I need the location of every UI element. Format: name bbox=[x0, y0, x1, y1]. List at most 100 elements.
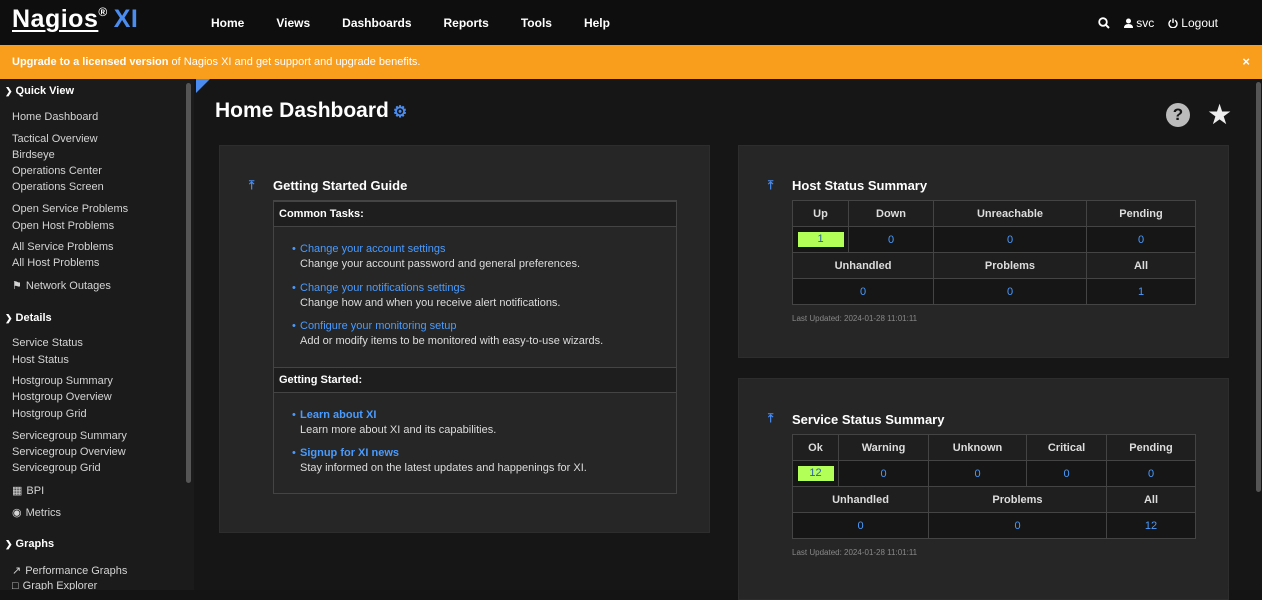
nav-home[interactable]: Home bbox=[211, 16, 244, 30]
table-cell[interactable]: 0 bbox=[848, 226, 934, 253]
getting-started-title: Getting Started Guide bbox=[273, 178, 408, 193]
sidebar-item-home-dashboard[interactable]: Home Dashboard bbox=[12, 111, 98, 123]
sidebar-item-open-service-problems[interactable]: Open Service Problems bbox=[12, 203, 128, 215]
service-status-title: Service Status Summary bbox=[792, 412, 945, 427]
change-notifications-settings-link[interactable]: Change your notifications settings bbox=[300, 282, 561, 294]
logout-button[interactable]: Logout bbox=[1168, 16, 1218, 30]
section-graphs[interactable]: ❯ Graphs bbox=[5, 538, 54, 550]
sidebar-item-all-service-problems[interactable]: All Service Problems bbox=[12, 241, 113, 253]
sidebar-scrollbar[interactable] bbox=[186, 83, 191, 483]
sidebar-item-open-host-problems[interactable]: Open Host Problems bbox=[12, 220, 114, 232]
sidebar-item-hostgroup-grid[interactable]: Hostgroup Grid bbox=[12, 408, 87, 420]
user-menu[interactable]: svc bbox=[1124, 16, 1154, 30]
sidebar-item-network-outages[interactable]: ⚑ Network Outages bbox=[12, 279, 111, 292]
table-header[interactable]: All bbox=[1086, 252, 1196, 279]
line-chart-icon: ↗ bbox=[12, 565, 22, 577]
nav-reports[interactable]: Reports bbox=[444, 16, 489, 30]
configure-monitoring-link[interactable]: Configure your monitoring setup bbox=[300, 320, 603, 332]
table-header[interactable]: Unknown bbox=[928, 434, 1027, 461]
learn-about-xi-link[interactable]: Learn about XI bbox=[300, 409, 496, 421]
sidebar-item-performance-graphs[interactable]: ↗ Performance Graphs bbox=[12, 564, 127, 577]
gear-icon[interactable]: ⚙ bbox=[393, 104, 407, 121]
sidebar-item-graph-explorer[interactable]: □ Graph Explorer bbox=[12, 580, 97, 590]
pin-icon[interactable]: ⤒ bbox=[768, 178, 773, 193]
change-account-settings-link[interactable]: Change your account settings bbox=[300, 243, 580, 255]
table-cell[interactable]: 0 bbox=[933, 226, 1087, 253]
signup-xi-news-link[interactable]: Signup for XI news bbox=[300, 447, 587, 459]
host-status-title: Host Status Summary bbox=[792, 178, 928, 193]
table-header[interactable]: Up bbox=[792, 200, 849, 227]
table-header[interactable]: Unhandled bbox=[792, 486, 929, 513]
pin-icon[interactable]: ⤒ bbox=[768, 411, 773, 426]
table-cell[interactable]: 0 bbox=[1086, 226, 1196, 253]
sidebar-item-hostgroup-overview[interactable]: Hostgroup Overview bbox=[12, 391, 112, 403]
upgrade-link[interactable]: Upgrade to a licensed version bbox=[12, 56, 169, 68]
sidebar-item-birdseye[interactable]: Birdseye bbox=[12, 149, 55, 161]
sidebar-item-servicegroup-summary[interactable]: Servicegroup Summary bbox=[12, 430, 127, 442]
table-cell[interactable]: 0 bbox=[933, 278, 1087, 305]
table-cell[interactable]: 0 bbox=[928, 512, 1107, 539]
last-updated: Last Updated: 2024-01-28 11:01:11 bbox=[792, 314, 918, 323]
table-cell[interactable]: 0 bbox=[792, 512, 929, 539]
sidebar-item-metrics[interactable]: ◉ Metrics bbox=[12, 506, 61, 519]
table-cell[interactable]: 0 bbox=[928, 460, 1027, 487]
table-cell[interactable]: 0 bbox=[838, 460, 929, 487]
nav-views[interactable]: Views bbox=[276, 16, 310, 30]
sidebar-item-operations-center[interactable]: Operations Center bbox=[12, 165, 102, 177]
sidebar-item-host-status[interactable]: Host Status bbox=[12, 354, 69, 366]
nav-tools[interactable]: Tools bbox=[521, 16, 552, 30]
user-name: svc bbox=[1136, 15, 1155, 30]
list-item: • Learn about XI Learn more about XI and i… bbox=[292, 409, 497, 436]
help-icon[interactable]: ? bbox=[1166, 103, 1190, 127]
table-header[interactable]: Ok bbox=[792, 434, 839, 461]
star-icon[interactable]: ★ bbox=[1207, 98, 1232, 131]
table-cell[interactable]: 12 bbox=[792, 460, 839, 487]
nav-help[interactable]: Help bbox=[584, 16, 610, 30]
search-icon[interactable] bbox=[1098, 16, 1111, 29]
menu-icon[interactable] bbox=[1232, 19, 1248, 27]
table-header[interactable]: Pending bbox=[1106, 434, 1196, 461]
common-tasks-header: Common Tasks: bbox=[274, 201, 676, 227]
table-header[interactable]: Critical bbox=[1026, 434, 1107, 461]
table-header[interactable]: Pending bbox=[1086, 200, 1196, 227]
user-icon bbox=[1124, 18, 1134, 28]
table-cell[interactable]: 12 bbox=[1106, 512, 1196, 539]
sidebar-item-servicegroup-overview[interactable]: Servicegroup Overview bbox=[12, 446, 126, 458]
flag-icon: ⚑ bbox=[12, 280, 22, 292]
sidebar-item-all-host-problems[interactable]: All Host Problems bbox=[12, 257, 99, 269]
sidebar-item-hostgroup-summary[interactable]: Hostgroup Summary bbox=[12, 375, 113, 387]
table-cell[interactable]: 1 bbox=[792, 226, 849, 253]
table-cell[interactable]: 0 bbox=[1026, 460, 1107, 487]
corner-flag-icon[interactable] bbox=[196, 79, 210, 93]
table-header[interactable]: Unreachable bbox=[933, 200, 1087, 227]
section-details[interactable]: ❯ Details bbox=[5, 312, 52, 324]
page-scrollbar[interactable] bbox=[1256, 82, 1261, 492]
table-header[interactable]: Problems bbox=[933, 252, 1087, 279]
nav-dashboards[interactable]: Dashboards bbox=[342, 16, 411, 30]
host-status-table: Up Down Unreachable Pending 1 0 0 0 Unha… bbox=[792, 200, 1196, 305]
last-updated: Last Updated: 2024-01-28 11:01:11 bbox=[792, 548, 918, 557]
sidebar-item-bpi[interactable]: ▦ BPI bbox=[12, 484, 44, 497]
table-header[interactable]: All bbox=[1106, 486, 1196, 513]
list-item: • Change your account settings Change your… bbox=[292, 243, 581, 270]
nagios-logo[interactable]: Nagios® XI bbox=[12, 5, 138, 34]
list-item: • Configure your monitoring setup Add or m… bbox=[292, 320, 604, 347]
table-header[interactable]: Problems bbox=[928, 486, 1107, 513]
table-cell[interactable]: 0 bbox=[792, 278, 934, 305]
table-header[interactable]: Warning bbox=[838, 434, 929, 461]
table-cell[interactable]: 0 bbox=[1106, 460, 1196, 487]
graph-icon: □ bbox=[12, 580, 19, 590]
sidebar-item-servicegroup-grid[interactable]: Servicegroup Grid bbox=[12, 462, 101, 474]
sidebar-item-tactical-overview[interactable]: Tactical Overview bbox=[12, 133, 98, 145]
power-icon bbox=[1168, 18, 1178, 28]
table-cell[interactable]: 1 bbox=[1086, 278, 1196, 305]
table-header[interactable]: Unhandled bbox=[792, 252, 934, 279]
pin-icon[interactable]: ⤒ bbox=[249, 178, 254, 193]
top-navbar: Nagios® XI Home Views Dashboards Reports … bbox=[0, 0, 1262, 46]
section-quick-view[interactable]: ❯ Quick View bbox=[5, 85, 74, 97]
sidebar-item-service-status[interactable]: Service Status bbox=[12, 337, 83, 349]
table-header[interactable]: Down bbox=[848, 200, 934, 227]
close-icon[interactable]: × bbox=[1242, 54, 1250, 69]
sidebar-item-operations-screen[interactable]: Operations Screen bbox=[12, 181, 104, 193]
getting-started-box: Common Tasks: • Change your account setti… bbox=[273, 200, 677, 494]
